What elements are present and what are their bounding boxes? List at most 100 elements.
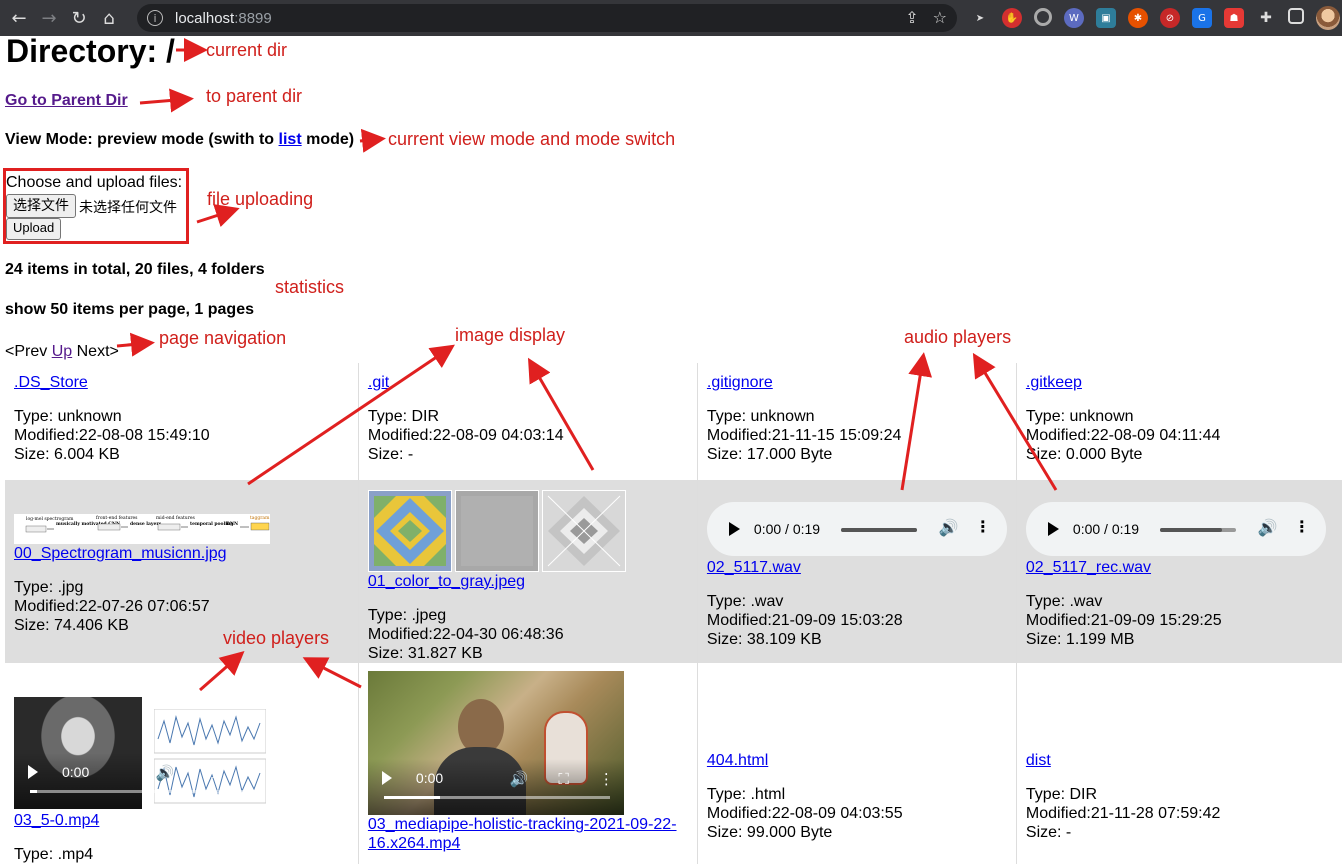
volume-slider[interactable] (840, 528, 917, 532)
file-link[interactable]: .DS_Store (14, 374, 88, 391)
file-link[interactable]: .gitkeep (1026, 374, 1082, 391)
volume-icon[interactable]: 🔊 (156, 764, 175, 783)
video-player[interactable]: 0:00 🔊 ⛶ ⋮ (367, 671, 624, 815)
reload-icon[interactable]: ↻ (64, 8, 94, 29)
volume-icon[interactable]: 🔊 (1258, 518, 1278, 537)
file-cell: dist Type: DIR Modified:21-11-28 07:59:42… (1016, 663, 1342, 864)
translate-extension-icon[interactable]: G (1192, 8, 1212, 28)
profile-avatar[interactable] (1316, 6, 1340, 30)
file-type: Type: .mp4 (14, 846, 94, 863)
upload-button[interactable]: Upload (6, 218, 62, 240)
audio-time: 0:00 / 0:19 (1072, 521, 1140, 537)
orange-extension-icon[interactable]: ✱ (1128, 8, 1148, 28)
parent-dir-link[interactable]: Go to Parent Dir (5, 92, 128, 110)
file-link[interactable]: 03_5-0.mp4 (14, 811, 349, 830)
puzzle-extensions-icon[interactable]: ✚ (1256, 8, 1276, 28)
choose-file-button[interactable]: 选择文件 (6, 194, 76, 218)
back-icon[interactable]: ← (4, 8, 34, 29)
bookmark-star-icon[interactable]: ☆ (933, 8, 947, 27)
play-icon[interactable] (728, 522, 740, 536)
file-type: Type: .wav (706, 593, 784, 610)
file-link[interactable]: 03_mediapipe-holistic-tracking-2021-09-2… (368, 815, 688, 853)
video-player[interactable]: 0:00 🔊 ⛶ ⋮ (14, 697, 270, 809)
volume-icon[interactable]: 🔊 (939, 518, 959, 537)
file-link[interactable]: 02_5117_rec.wav (1026, 558, 1333, 577)
volume-fill (840, 528, 917, 532)
file-size: Size: 31.827 KB (367, 645, 483, 662)
file-link[interactable]: 404.html (707, 751, 1007, 770)
file-size: Size: 1.199 MB (1025, 631, 1135, 648)
diagram-box (97, 523, 121, 531)
audio-time: 0:00 / 0:19 (753, 521, 821, 537)
fullscreen-icon[interactable]: ⛶ (204, 764, 215, 783)
annotation-file-uploading: file uploading (207, 189, 314, 209)
file-link[interactable]: 02_5117.wav (707, 558, 1007, 577)
home-icon[interactable]: ⌂ (94, 8, 124, 29)
more-options-icon[interactable]: ⋮ (245, 764, 260, 783)
fullscreen-icon[interactable]: ⛶ (558, 770, 569, 789)
file-cell: 0:00 🔊 ⛶ ⋮ 03_5-0.mp4 Type: .mp4 (5, 663, 359, 864)
file-modified: Modified:21-11-15 15:09:24 (706, 427, 902, 444)
file-type: Type: .jpg (14, 579, 84, 596)
circle-extension-icon[interactable] (1034, 8, 1052, 26)
cursor-extension-icon[interactable]: ➤ (970, 8, 990, 28)
sidebar-icon[interactable] (1288, 8, 1304, 24)
up-link[interactable]: Up (52, 343, 72, 360)
file-link[interactable]: dist (1026, 751, 1333, 770)
video-progress[interactable] (30, 790, 256, 793)
stop-extension-icon[interactable]: ✋ (1002, 8, 1022, 28)
page-title: Directory: / (6, 33, 175, 69)
audio-player[interactable]: 0:00 / 0:19 🔊 ⋮ (706, 502, 1007, 556)
more-options-icon[interactable]: ⋮ (599, 770, 614, 789)
more-options-icon[interactable]: ⋮ (1294, 517, 1310, 536)
prev-page: <Prev (5, 343, 48, 360)
file-cell: 0:00 / 0:19 🔊 ⋮ 02_5117.wav Type: .wav Mo… (697, 480, 1017, 663)
forward-icon[interactable]: → (34, 8, 64, 29)
file-link[interactable]: .git (368, 374, 389, 391)
file-type: Type: unknown (14, 408, 122, 425)
table-row: log-mel spectrogram musically motivated … (5, 480, 1342, 663)
file-type: Type: .jpeg (367, 607, 447, 624)
table-row: 0:00 🔊 ⛶ ⋮ 03_5-0.mp4 Type: .mp4 0:00 🔊 ⛶ ⋮ … (5, 663, 1342, 864)
spectrogram-label: mid-end features (156, 515, 196, 521)
screenshot-extension-icon[interactable]: ▣ (1096, 8, 1116, 28)
no-file-text: 未选择任何文件 (79, 199, 177, 215)
diagram-box (157, 523, 181, 531)
more-options-icon[interactable]: ⋮ (975, 517, 991, 536)
volume-icon[interactable]: 🔊 (510, 770, 529, 789)
play-icon[interactable] (1047, 522, 1059, 536)
spectrogram-label: taggram (250, 515, 270, 521)
address-bar[interactable]: i localhost:8899 ⇪ ☆ (137, 4, 957, 32)
file-link[interactable]: 01_color_to_gray.jpeg (368, 573, 525, 590)
audio-player[interactable]: 0:00 / 0:19 🔊 ⋮ (1025, 502, 1326, 556)
annotation-image-display: image display (455, 325, 566, 345)
per-page-line: show 50 items per page, 1 pages (5, 301, 254, 318)
spectrogram-image[interactable]: log-mel spectrogram musically motivated … (14, 514, 270, 544)
file-type: Type: DIR (367, 408, 440, 425)
site-info-icon[interactable]: i (147, 10, 163, 26)
file-link[interactable]: .gitignore (707, 374, 773, 391)
wh-extension-icon[interactable]: W (1064, 8, 1084, 28)
file-size: Size: - (1025, 824, 1072, 841)
annotation-current-dir: current dir (206, 40, 288, 60)
red-extension-icon[interactable]: ☗ (1224, 8, 1244, 28)
play-icon[interactable] (381, 771, 392, 785)
video-time: 0:00 (415, 770, 444, 786)
pager: <Prev Up Next> (5, 343, 119, 361)
list-mode-link[interactable]: list (279, 131, 302, 148)
annotation-view-mode: current view mode and mode switch (388, 129, 676, 149)
file-grid: .DS_Store Type: unknown Modified:22-08-08… (5, 363, 1342, 864)
annotation-statistics: statistics (275, 277, 345, 297)
arrow-parent-dir (139, 88, 194, 113)
color-to-gray-image[interactable] (367, 490, 688, 572)
file-cell: 01_color_to_gray.jpeg Type: .jpeg Modifie… (358, 480, 698, 663)
blocked-extension-icon[interactable]: ⊘ (1160, 8, 1180, 28)
volume-slider[interactable] (1159, 528, 1236, 532)
play-icon[interactable] (28, 765, 38, 779)
share-icon[interactable]: ⇪ (905, 8, 918, 27)
video-progress[interactable] (383, 796, 610, 799)
file-cell: 0:00 🔊 ⛶ ⋮ 03_mediapipe-holistic-tracking-… (358, 663, 698, 864)
gray-tile-image (454, 490, 539, 572)
file-type: Type: .html (706, 786, 786, 803)
file-link[interactable]: 00_Spectrogram_musicnn.jpg (14, 545, 227, 562)
